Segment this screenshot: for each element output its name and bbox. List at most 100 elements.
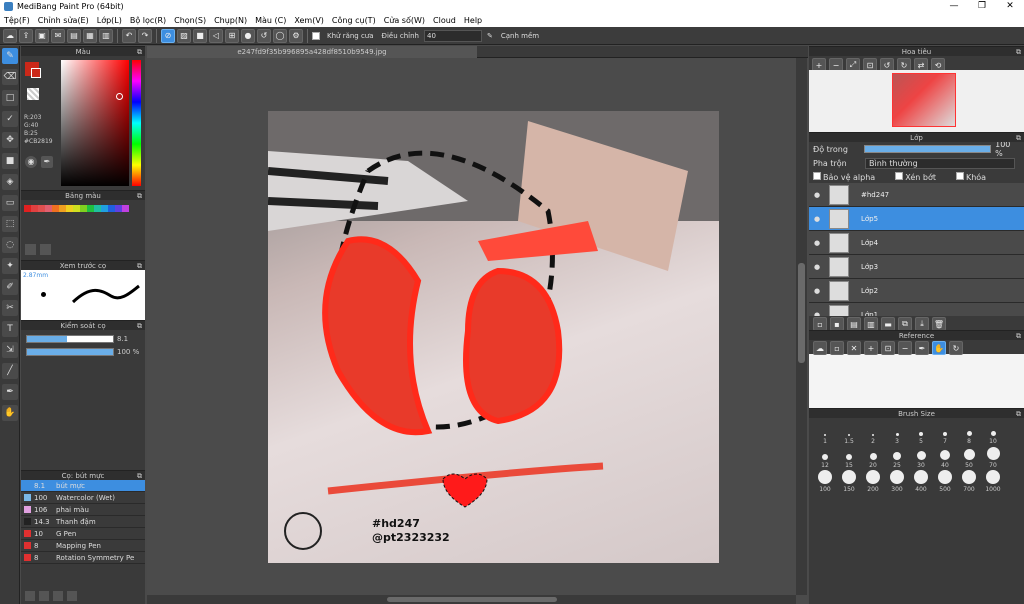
- brush-list-item[interactable]: 8 Rotation Symmetry Pe: [21, 552, 145, 564]
- text-tool-icon[interactable]: T: [2, 321, 18, 337]
- select-eraser-icon[interactable]: ✂: [2, 300, 18, 316]
- palette-swatch[interactable]: [94, 205, 101, 212]
- eyedrop-icon[interactable]: ✒: [41, 156, 53, 168]
- hatch-icon[interactable]: ▨: [177, 28, 191, 43]
- eyedropper-icon[interactable]: ✒: [2, 384, 18, 400]
- brush-size-option[interactable]: 15: [837, 445, 861, 469]
- palette-swatch[interactable]: [24, 205, 31, 212]
- ref-fit-icon[interactable]: ⊡: [881, 341, 895, 355]
- eye-icon[interactable]: ●: [812, 191, 822, 199]
- new-8bit-layer-icon[interactable]: ▤: [847, 317, 861, 331]
- brush-opacity-slider[interactable]: [26, 348, 114, 356]
- eye-icon[interactable]: ●: [812, 311, 822, 317]
- move-tool-icon[interactable]: ✥: [2, 132, 18, 148]
- palette-swatch[interactable]: [73, 205, 80, 212]
- export-icon[interactable]: ⇪: [19, 28, 33, 43]
- gradient-tool-icon[interactable]: ▭: [2, 195, 18, 211]
- maximize-button[interactable]: ❐: [968, 0, 996, 13]
- palette-icon[interactable]: ◉: [25, 156, 37, 168]
- brush-size-option[interactable]: 40: [933, 445, 957, 469]
- brush-size-option[interactable]: 400: [909, 469, 933, 493]
- curve-icon[interactable]: ↺: [257, 28, 271, 43]
- ref-eyedrop-icon[interactable]: ✒: [915, 341, 929, 355]
- layer-row[interactable]: ● Lớp2: [809, 279, 1024, 303]
- menu-filter[interactable]: Bộ lọc(R): [126, 16, 170, 25]
- menu-select[interactable]: Chọn(S): [170, 16, 210, 25]
- cloud-brush-icon[interactable]: [25, 591, 35, 601]
- transparent-swatch[interactable]: [27, 88, 39, 100]
- delete-layer-icon[interactable]: 🗑: [932, 317, 946, 331]
- brush-size-option[interactable]: 1.5: [837, 421, 861, 445]
- palette-swatch[interactable]: [66, 205, 73, 212]
- brush-size-option[interactable]: 1: [813, 421, 837, 445]
- palette-swatch[interactable]: [45, 205, 52, 212]
- ellipse-icon[interactable]: ◯: [273, 28, 287, 43]
- brush-list-item[interactable]: 8 Mapping Pen: [21, 540, 145, 552]
- menu-color[interactable]: Màu (C): [251, 16, 290, 25]
- new-halftone-layer-icon[interactable]: ▪: [830, 317, 844, 331]
- brush-size-option[interactable]: 300: [885, 469, 909, 493]
- palette-swatch[interactable]: [108, 205, 115, 212]
- lock-checkbox[interactable]: [955, 171, 964, 180]
- new-folder-icon[interactable]: ▬: [881, 317, 895, 331]
- ref-cloud-icon[interactable]: ☁: [813, 341, 827, 355]
- brush-size-slider[interactable]: [26, 335, 114, 343]
- menu-layer[interactable]: Lớp(L): [93, 16, 126, 25]
- protect-alpha-checkbox[interactable]: [813, 171, 821, 180]
- minimize-button[interactable]: —: [940, 0, 968, 13]
- saturation-picker[interactable]: [61, 60, 129, 186]
- vertical-scrollbar[interactable]: [796, 58, 807, 595]
- new-1bit-layer-icon[interactable]: ▥: [864, 317, 878, 331]
- ref-open-icon[interactable]: ▫: [830, 341, 844, 355]
- rect-tool-icon[interactable]: □: [2, 90, 18, 106]
- panel-icon[interactable]: ▥: [99, 28, 113, 43]
- eraser-tool-icon[interactable]: ⌫: [2, 69, 18, 85]
- operation-tool-icon[interactable]: ⇲: [2, 342, 18, 358]
- reference-view[interactable]: [809, 354, 1024, 408]
- select-pen-icon[interactable]: ✐: [2, 279, 18, 295]
- brush-size-option[interactable]: 500: [933, 469, 957, 493]
- palette-swatch[interactable]: [38, 205, 45, 212]
- document-tab[interactable]: e247fd9f35b996895a428df8510b9549.jpg: [147, 46, 477, 58]
- horizontal-scrollbar[interactable]: [147, 595, 796, 604]
- brush-size-option[interactable]: 3: [885, 421, 909, 445]
- new-palette-icon[interactable]: [25, 244, 36, 255]
- select-tool-icon[interactable]: ⬚: [2, 216, 18, 232]
- layer-row[interactable]: ● Lớp5: [809, 207, 1024, 231]
- brush-size-option[interactable]: 1000: [981, 469, 1005, 493]
- no-select-icon[interactable]: ⊘: [161, 28, 175, 43]
- menu-file[interactable]: Tệp(F): [0, 16, 34, 25]
- antialias-checkbox[interactable]: [312, 31, 320, 40]
- clip-checkbox[interactable]: [895, 171, 904, 180]
- close-button[interactable]: ✕: [996, 0, 1024, 13]
- comment-icon[interactable]: ✉: [51, 28, 65, 43]
- copy-brush-icon[interactable]: [53, 591, 63, 601]
- palette-swatch[interactable]: [122, 205, 129, 212]
- brush-size-option[interactable]: 7: [933, 421, 957, 445]
- ref-zoom-in-icon[interactable]: +: [864, 341, 878, 355]
- brush-list-item[interactable]: 106 phai màu: [21, 504, 145, 516]
- ref-close-icon[interactable]: ✕: [847, 341, 861, 355]
- gear-icon[interactable]: ⚙: [289, 28, 303, 43]
- circle-icon[interactable]: ●: [241, 28, 255, 43]
- grid-icon[interactable]: ▦: [83, 28, 97, 43]
- hand-tool-icon[interactable]: ✋: [2, 405, 18, 421]
- palette-swatch[interactable]: [101, 205, 108, 212]
- eye-icon[interactable]: ●: [812, 287, 822, 295]
- layer-opacity-slider[interactable]: [863, 145, 992, 153]
- square-icon[interactable]: ■: [193, 28, 207, 43]
- palette-swatch[interactable]: [87, 205, 94, 212]
- brush-list-item[interactable]: 14.3 Thanh đậm: [21, 516, 145, 528]
- layer-row[interactable]: ● Lớp4: [809, 231, 1024, 255]
- brush-size-option[interactable]: 5: [909, 421, 933, 445]
- magic-wand-icon[interactable]: ✦: [2, 258, 18, 274]
- layer-row[interactable]: ● Lớp1: [809, 303, 1024, 316]
- add-brush-icon[interactable]: [39, 591, 49, 601]
- page-icon[interactable]: ▤: [67, 28, 81, 43]
- save-icon[interactable]: ▣: [35, 28, 49, 43]
- eye-icon[interactable]: ●: [812, 215, 822, 223]
- brush-size-option[interactable]: 30: [909, 445, 933, 469]
- layer-row[interactable]: ● #hd247: [809, 183, 1024, 207]
- menu-tools[interactable]: Công cụ(T): [328, 16, 380, 25]
- canvas-image[interactable]: #hd247 @pt2323232: [268, 111, 719, 563]
